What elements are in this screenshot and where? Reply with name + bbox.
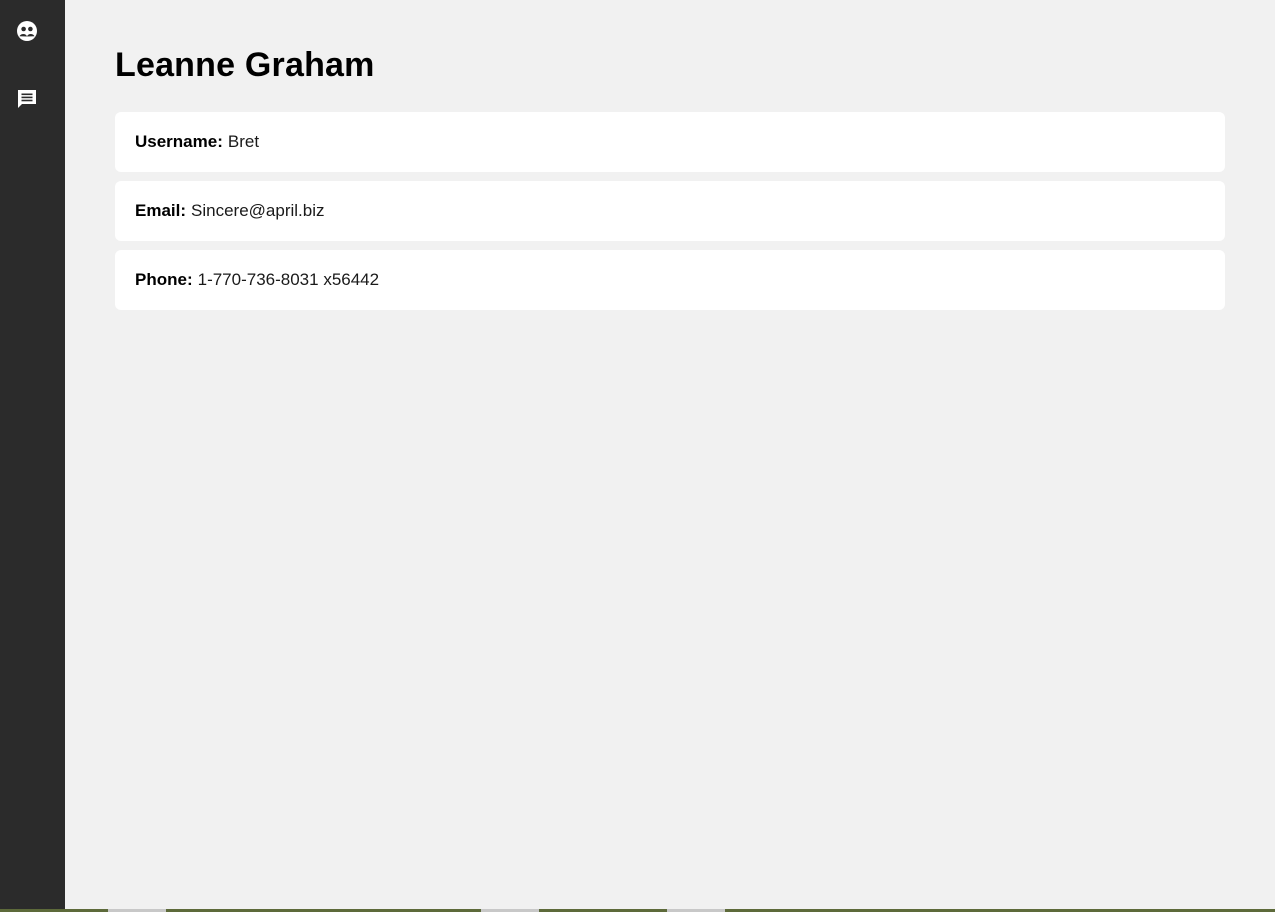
app-window: Leanne Graham Username: Bret Email: Sinc… [0,0,1275,912]
page-title: Leanne Graham [115,46,375,84]
users-icon [17,21,37,41]
username-card: Username: Bret [115,112,1225,172]
phone-card: Phone: 1-770-736-8031 x56442 [115,250,1225,310]
message-icon [18,90,36,108]
sidebar [0,0,65,909]
email-label: Email: [135,201,187,220]
main-content: Leanne Graham Username: Bret Email: Sinc… [65,0,1275,909]
sidebar-item-users[interactable] [16,20,38,42]
email-value: Sincere@april.biz [191,201,325,220]
sidebar-item-messages[interactable] [16,88,38,110]
phone-value: 1-770-736-8031 x56442 [197,270,380,289]
phone-label: Phone: [135,270,193,289]
username-value: Bret [227,132,260,151]
email-card: Email: Sincere@april.biz [115,181,1225,241]
username-label: Username: [135,132,223,151]
